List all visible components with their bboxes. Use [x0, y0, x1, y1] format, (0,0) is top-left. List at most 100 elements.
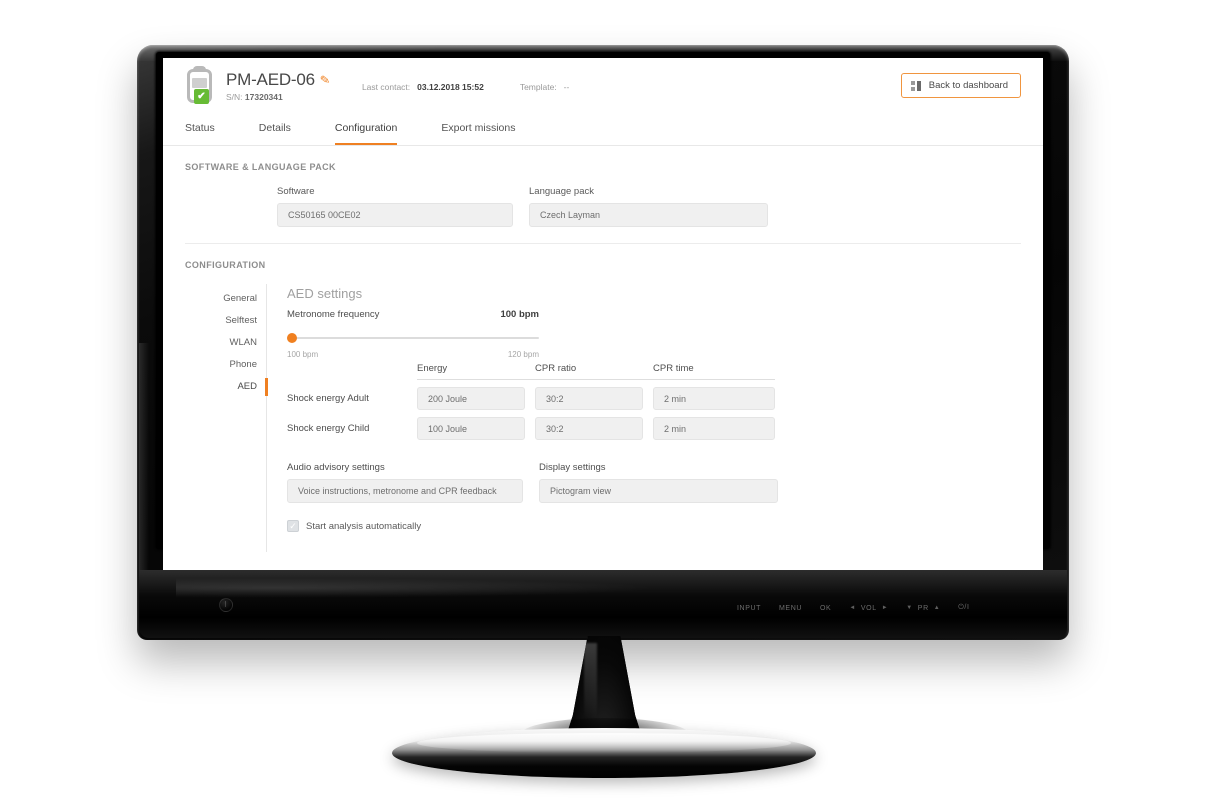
last-contact-label: Last contact:	[361, 82, 411, 92]
osd-ok-button[interactable]: OK	[820, 605, 831, 612]
app-header: ✔ PM-AED-06 ✎ S/N: 17320341 Last contact…	[163, 58, 1043, 114]
cell-child-time: 2 min	[653, 410, 775, 440]
cell-adult-energy: 200 Joule	[417, 380, 535, 410]
osd-vol-label: VOL	[860, 604, 877, 612]
osd-pr-label: PR	[917, 604, 929, 612]
dashboard-grid-icon	[910, 80, 921, 91]
metronome-row: Metronome frequency 100 bpm	[287, 309, 539, 320]
status-ok-badge: ✔	[194, 89, 209, 104]
header-meta: Last contact: 03.12.2018 15:52 Template:…	[362, 80, 569, 92]
tab-configuration[interactable]: Configuration	[334, 122, 398, 145]
child-ratio-value[interactable]: 30:2	[535, 417, 643, 440]
table-row: Shock energy Child 100 Joule 30:2 2 min	[287, 410, 775, 440]
page-title: PM-AED-06	[226, 70, 315, 89]
auto-analysis-checkbox[interactable]: ✓	[287, 520, 299, 532]
auto-analysis-row[interactable]: ✓ Start analysis automatically	[287, 520, 1021, 532]
aed-settings-title: AED settings	[287, 286, 363, 301]
volume-down-icon[interactable]: ◄	[849, 605, 856, 611]
last-contact-pair: Last contact: 03.12.2018 15:52	[362, 82, 484, 92]
slider-range-labels: 100 bpm 120 bpm	[287, 350, 539, 359]
serial-label: S/N:	[226, 92, 243, 102]
adult-energy-value[interactable]: 200 Joule	[417, 387, 525, 410]
metronome-slider[interactable]	[287, 332, 539, 344]
software-section-title: Software & language pack	[185, 162, 336, 172]
row-label-child: Shock energy Child	[287, 423, 370, 434]
table-header-blank	[287, 363, 417, 380]
adult-time-value[interactable]: 2 min	[653, 387, 775, 410]
device-serial: S/N: 17320341	[226, 92, 330, 102]
template-label: Template:	[519, 82, 557, 92]
tab-status[interactable]: Status	[185, 122, 215, 145]
audio-display-row: Audio advisory settings Voice instructio…	[287, 462, 1021, 503]
back-to-dashboard-label: Back to dashboard	[928, 80, 1008, 91]
template-value: --	[563, 82, 570, 92]
configuration-sidebar: General Selftest WLAN Phone AED	[185, 284, 268, 552]
sidebar-item-selftest[interactable]: Selftest	[225, 310, 267, 332]
serial-value: 17320341	[244, 92, 283, 102]
screenshot-root: ✔ PM-AED-06 ✎ S/N: 17320341 Last contact…	[0, 0, 1207, 805]
slider-thumb[interactable]	[287, 333, 297, 343]
configuration-body: General Selftest WLAN Phone AED AED sett…	[163, 284, 1043, 552]
language-pack-value[interactable]: Czech Layman	[529, 203, 768, 227]
language-pack-field: Language pack Czech Layman	[529, 186, 768, 227]
table-row: Shock energy Adult 200 Joule 30:2 2 min	[287, 380, 775, 410]
cell-adult-time: 2 min	[653, 380, 775, 410]
audio-advisory-field: Audio advisory settings Voice instructio…	[287, 462, 523, 503]
monitor-osd-controls: INPUT MENU OK ◄ VOL ► ▼ PR ▲ ⏻/I	[737, 604, 970, 612]
configuration-section-title: Configuration	[185, 260, 266, 270]
table-header-energy: Energy	[417, 363, 535, 380]
display-settings-value[interactable]: Pictogram view	[539, 479, 778, 503]
tab-details[interactable]: Details	[259, 122, 291, 145]
web-application: ✔ PM-AED-06 ✎ S/N: 17320341 Last contact…	[163, 58, 1043, 578]
osd-menu-button[interactable]: MENU	[779, 605, 802, 612]
osd-volume-group: ◄ VOL ►	[849, 605, 888, 612]
table-header-cpr-time: CPR time	[653, 363, 775, 380]
sidebar-item-general[interactable]: General	[223, 288, 267, 310]
volume-up-icon[interactable]: ►	[882, 605, 889, 611]
child-time-value[interactable]: 2 min	[653, 417, 775, 440]
cell-child-ratio: 30:2	[535, 410, 653, 440]
display-settings-field: Display settings Pictogram view	[539, 462, 778, 503]
sidebar-item-wlan[interactable]: WLAN	[230, 332, 267, 354]
audio-advisory-label: Audio advisory settings	[287, 462, 385, 473]
checkmark-icon: ✓	[289, 520, 297, 531]
software-value[interactable]: CS50165 00CE02	[277, 203, 513, 227]
language-pack-label: Language pack	[529, 186, 594, 197]
last-contact-value: 03.12.2018 15:52	[417, 82, 484, 92]
display-settings-label: Display settings	[539, 462, 606, 473]
back-to-dashboard-button[interactable]: Back to dashboard	[900, 73, 1021, 98]
adult-ratio-value[interactable]: 30:2	[535, 387, 643, 410]
sidebar-item-aed[interactable]: AED	[237, 376, 268, 398]
cell-child-energy: 100 Joule	[417, 410, 535, 440]
tab-export-missions[interactable]: Export missions	[441, 122, 515, 145]
monitor-stand-base	[392, 728, 816, 778]
slider-max-label: 120 bpm	[507, 350, 539, 359]
cell-adult-ratio: 30:2	[535, 380, 653, 410]
software-language-section: Software & language pack Software CS5016…	[163, 146, 1043, 244]
audio-advisory-value[interactable]: Voice instructions, metronome and CPR fe…	[287, 479, 523, 503]
osd-program-group: ▼ PR ▲	[906, 605, 940, 612]
software-label: Software	[277, 186, 315, 197]
slider-min-label: 100 bpm	[287, 350, 319, 359]
metronome-value: 100 bpm	[500, 309, 539, 320]
software-fields: Software CS50165 00CE02 Language pack Cz…	[185, 186, 1021, 227]
device-title-block: PM-AED-06 ✎ S/N: 17320341	[226, 70, 331, 102]
power-button-icon[interactable]: ⏻/I	[958, 604, 969, 612]
program-up-icon[interactable]: ▲	[934, 605, 941, 611]
edit-pencil-icon[interactable]: ✎	[319, 72, 331, 87]
table-header-row: Energy CPR ratio CPR time	[287, 363, 775, 380]
monitor-brand-logo	[219, 598, 233, 612]
aed-device-icon: ✔	[185, 66, 215, 104]
program-down-icon[interactable]: ▼	[906, 605, 913, 611]
template-pair: Template: --	[520, 82, 570, 92]
slider-track[interactable]	[287, 337, 539, 339]
osd-input-button[interactable]: INPUT	[737, 605, 761, 612]
energy-table: Energy CPR ratio CPR time Shock energy A…	[287, 363, 1021, 440]
aed-settings-panel: AED settings Metronome frequency 100 bpm…	[267, 284, 1021, 532]
tab-bar: Status Details Configuration Export miss…	[163, 114, 1043, 146]
table-header-cpr-ratio: CPR ratio	[535, 363, 653, 380]
monitor-bottom-bezel: INPUT MENU OK ◄ VOL ► ▼ PR ▲ ⏻/I	[139, 570, 1067, 638]
sidebar-item-phone[interactable]: Phone	[230, 354, 267, 376]
software-field: Software CS50165 00CE02	[277, 186, 513, 227]
child-energy-value[interactable]: 100 Joule	[417, 417, 525, 440]
